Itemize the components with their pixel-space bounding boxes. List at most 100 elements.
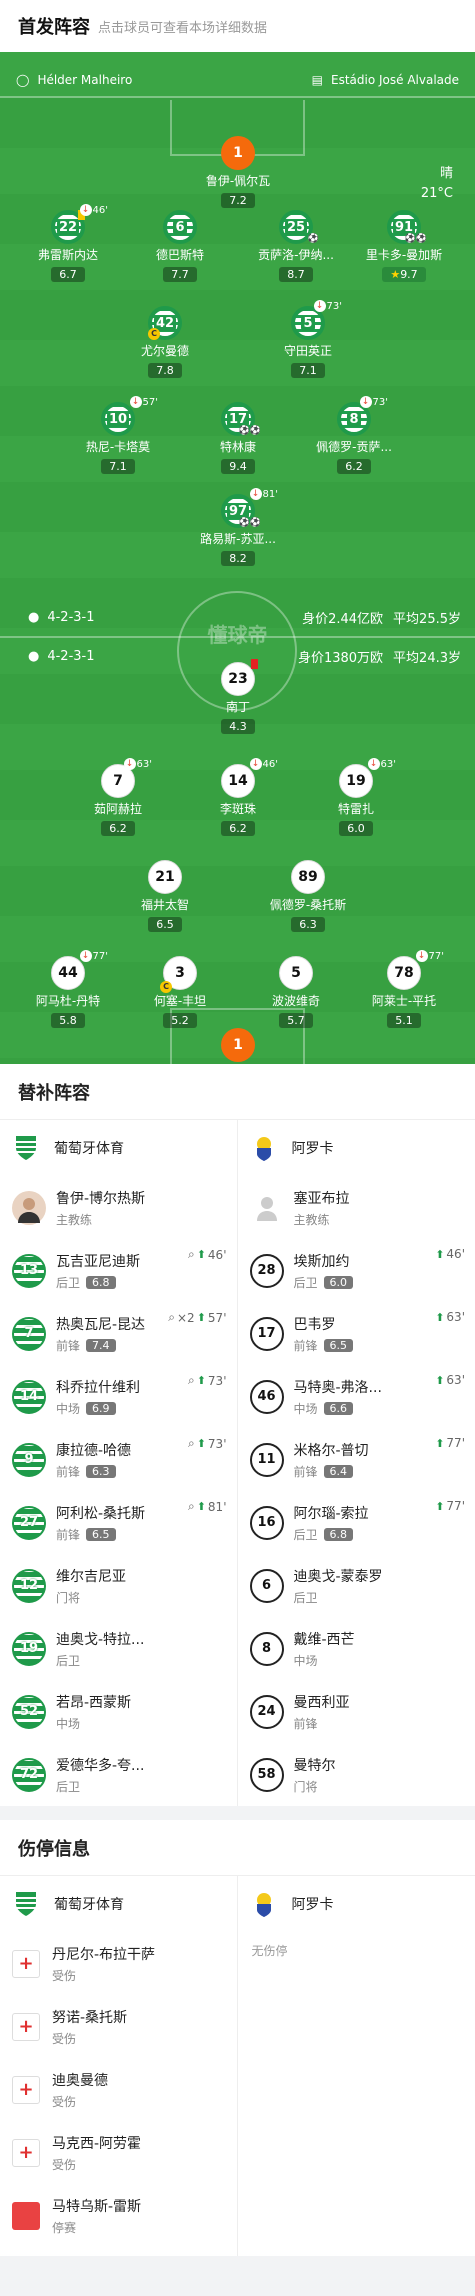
rating-value: 5.8 bbox=[59, 1014, 77, 1027]
sub-out-marker: ↓ 63' bbox=[123, 758, 152, 770]
injury-row[interactable]: + 丹尼尔-布拉干萨 受伤 bbox=[0, 1932, 237, 1995]
sub-out-icon: ↓ bbox=[415, 950, 428, 962]
player-name: 特雷扎 bbox=[337, 802, 374, 816]
away-player[interactable]: 3 C 何塞-丰坦 5.2 bbox=[132, 956, 228, 1028]
medical-kit-icon: + bbox=[12, 1949, 40, 1978]
injury-row[interactable]: + 努诺-桑托斯 受伤 bbox=[0, 1995, 237, 2058]
sub-player-row[interactable]: 9 康拉德-哈德 前锋 6.3 ⌕ ⬆ 73' bbox=[0, 1428, 237, 1491]
player-name: 茹阿赫拉 bbox=[93, 802, 142, 816]
home-player[interactable]: 25 ⚽ 贡萨洛-伊纳... 8.7 bbox=[248, 210, 344, 282]
injury-row[interactable]: 马特乌斯-雷斯 停赛 bbox=[0, 2184, 237, 2247]
player-name: 南丁 bbox=[225, 700, 250, 714]
player-rating: 5.7 bbox=[279, 1013, 313, 1028]
sub-out-marker: ↓ 73' bbox=[313, 300, 342, 312]
away-player[interactable]: 78 ↓ 77' 阿莱士-平托 5.1 bbox=[356, 950, 452, 1028]
injury-away-team[interactable]: 阿罗卡 bbox=[238, 1876, 475, 1932]
sub-minute: 81' bbox=[262, 488, 278, 500]
sub-out-icon: ↓ bbox=[123, 758, 136, 770]
home-player[interactable]: 42 C 尤尔曼德 7.8 bbox=[117, 306, 213, 378]
sub-player-row[interactable]: 28 埃斯加约 后卫 6.0 ⬆ 46' bbox=[238, 1239, 475, 1302]
home-coach-role: 主教练 bbox=[56, 1212, 93, 1227]
subs-section: 替补阵容 葡萄牙体育 鲁伊-博尔热斯 主教练 13 瓦吉亚尼迪斯 后卫 6.8 ⌕ ⬆ 46'… bbox=[0, 1064, 475, 1806]
home-player[interactable]: 91 ⚽⚽ 里卡多-曼加斯 ★9.7 bbox=[356, 210, 452, 282]
sub-player-position: 门将 bbox=[293, 1779, 318, 1794]
away-player[interactable]: 21 福井太智 6.5 bbox=[117, 860, 213, 932]
sub-in-icon: ⬆ bbox=[196, 1248, 206, 1261]
sub-player-row[interactable]: 58 曼特尔 门将 bbox=[238, 1743, 475, 1806]
player-number-badge: 14 bbox=[12, 1379, 46, 1414]
sub-player-row[interactable]: 14 科乔拉什维利 中场 6.9 ⌕ ⬆ 73' bbox=[0, 1365, 237, 1428]
player-number: 21 bbox=[155, 869, 175, 885]
home-player[interactable]: 1 鲁伊-佩尔瓦 7.2 bbox=[190, 136, 286, 208]
injury-home-team[interactable]: 葡萄牙体育 bbox=[0, 1876, 237, 1932]
sub-out-icon: ↓ bbox=[79, 950, 92, 962]
player-rating: 6.2 bbox=[101, 821, 135, 836]
no-injury-text: 无伤停 bbox=[251, 1944, 288, 1958]
away-player[interactable]: 7 ↓ 63' 茹阿赫拉 6.2 bbox=[70, 758, 166, 836]
red-card-icon bbox=[251, 659, 258, 669]
sub-player-row[interactable]: 7 热奥瓦尼-昆达 前锋 7.4 ⌕ ×2 ⬆ 57' bbox=[0, 1302, 237, 1365]
sub-in-marker: ⌕ ⬆ 46' bbox=[188, 1247, 227, 1262]
sub-player-row[interactable]: 13 瓦吉亚尼迪斯 后卫 6.8 ⌕ ⬆ 46' bbox=[0, 1239, 237, 1302]
rating-value: 7.1 bbox=[299, 364, 317, 377]
player-number-badge: 24 bbox=[249, 1694, 284, 1729]
home-team-header[interactable]: 葡萄牙体育 bbox=[0, 1120, 237, 1176]
player-name: 阿马杜-丹特 bbox=[35, 994, 101, 1008]
sub-player-row[interactable]: 12 维尔吉尼亚 门将 bbox=[0, 1554, 237, 1617]
medical-kit-icon: + bbox=[12, 2012, 40, 2041]
sub-player-row[interactable]: 8 戴维-西芒 中场 bbox=[238, 1617, 475, 1680]
away-coach-row[interactable]: 塞亚布拉 主教练 bbox=[238, 1176, 475, 1239]
sub-out-icon: ↓ bbox=[359, 396, 372, 408]
injury-status: 停赛 bbox=[52, 2220, 77, 2235]
away-player[interactable]: 23 南丁 4.3 bbox=[190, 659, 286, 734]
sub-minute: 73' bbox=[326, 300, 342, 312]
sub-player-row[interactable]: 16 阿尔瑙-索拉 后卫 6.8 ⬆ 77' bbox=[238, 1491, 475, 1554]
home-player[interactable]: 17 ⚽⚽ 特林康 9.4 bbox=[190, 402, 286, 474]
player-number-badge: 17 bbox=[249, 1316, 284, 1351]
rating-value: 4.3 bbox=[229, 720, 247, 733]
player-number-badge: 9 bbox=[12, 1442, 46, 1477]
sub-in-marker: ⌕ ⬆ 73' bbox=[188, 1436, 227, 1451]
sub-player-rating: 6.5 bbox=[323, 1338, 354, 1352]
sub-player-row[interactable]: 24 曼西利亚 前锋 bbox=[238, 1680, 475, 1743]
away-player[interactable]: 5 波波维奇 5.7 bbox=[248, 956, 344, 1028]
injured-player-name: 丹尼尔-布拉干萨 bbox=[52, 1946, 156, 1963]
subs-away-column: 阿罗卡 塞亚布拉 主教练 28 埃斯加约 后卫 6.0 ⬆ 46' 17 巴韦罗 前锋 6.5 ⬆ 63… bbox=[238, 1120, 475, 1806]
sub-player-row[interactable]: 46 马特奥-弗洛... 中场 6.6 ⬆ 63' bbox=[238, 1365, 475, 1428]
sub-out-marker: ↓ 77' bbox=[415, 950, 444, 962]
sub-player-row[interactable]: 52 若昂-西蒙斯 中场 bbox=[0, 1680, 237, 1743]
home-coach-row[interactable]: 鲁伊-博尔热斯 主教练 bbox=[0, 1176, 237, 1239]
sub-out-icon: ↓ bbox=[79, 204, 92, 216]
player-rating: 9.4 bbox=[221, 459, 255, 474]
away-player[interactable]: 89 佩德罗-桑托斯 6.3 bbox=[260, 860, 356, 932]
home-player[interactable]: 10 ↓ 57' 热尼-卡塔莫 7.1 bbox=[70, 396, 166, 474]
sub-player-row[interactable]: 27 阿利松-桑托斯 前锋 6.5 ⌕ ⬆ 81' bbox=[0, 1491, 237, 1554]
away-player[interactable]: 1若昂-瓦利多4.8 bbox=[190, 1028, 286, 1064]
injury-status: 受伤 bbox=[52, 2157, 77, 2172]
injury-row[interactable]: + 迪奥曼德 受伤 bbox=[0, 2058, 237, 2121]
injury-status: 受伤 bbox=[52, 1968, 77, 1983]
player-number: 8 bbox=[347, 411, 361, 427]
away-team-header[interactable]: 阿罗卡 bbox=[238, 1120, 475, 1176]
sub-player-row[interactable]: 6 迪奥戈-蒙泰罗 后卫 bbox=[238, 1554, 475, 1617]
sub-player-row[interactable]: 17 巴韦罗 前锋 6.5 ⬆ 63' bbox=[238, 1302, 475, 1365]
injury-row[interactable]: + 马克西-阿劳霍 受伤 bbox=[0, 2121, 237, 2184]
player-number-badge: 23 bbox=[221, 659, 258, 696]
away-player[interactable]: 14 ↓ 46' 李斑珠 6.2 bbox=[190, 758, 286, 836]
home-player[interactable]: 97 ⚽⚽ ↓ 81' 路易斯-苏亚... 8.2 bbox=[190, 488, 286, 566]
injured-player-name: 迪奥曼德 bbox=[52, 2072, 108, 2089]
home-player[interactable]: 5 ↓ 73' 守田英正 7.1 bbox=[260, 300, 356, 378]
sub-in-marker: ⌕ ⬆ 81' bbox=[188, 1499, 227, 1514]
home-player[interactable]: 8 ↓ 73' 佩德罗-贡萨... 6.2 bbox=[306, 396, 402, 474]
away-player[interactable]: 44 ↓ 77' 阿马杜-丹特 5.8 bbox=[20, 950, 116, 1028]
sub-player-row[interactable]: 19 迪奥戈-特拉... 后卫 bbox=[0, 1617, 237, 1680]
goal-icon: ⚽⚽ bbox=[404, 234, 427, 244]
player-number-badge: 46 bbox=[249, 1379, 284, 1414]
sub-player-row[interactable]: 11 米格尔-普切 前锋 6.4 ⬆ 77' bbox=[238, 1428, 475, 1491]
home-player[interactable]: 6 德巴斯特 7.7 bbox=[132, 210, 228, 282]
sub-player-position: 后卫 bbox=[293, 1527, 318, 1542]
sub-player-row[interactable]: 72 爱德华多-夸... 后卫 bbox=[0, 1743, 237, 1806]
away-player[interactable]: 19 ↓ 63' 特雷扎 6.0 bbox=[308, 758, 404, 836]
sub-in-icon: ⬆ bbox=[196, 1311, 206, 1324]
home-player[interactable]: 22 ↓ 46' 弗雷斯内达 6.7 bbox=[20, 204, 116, 282]
